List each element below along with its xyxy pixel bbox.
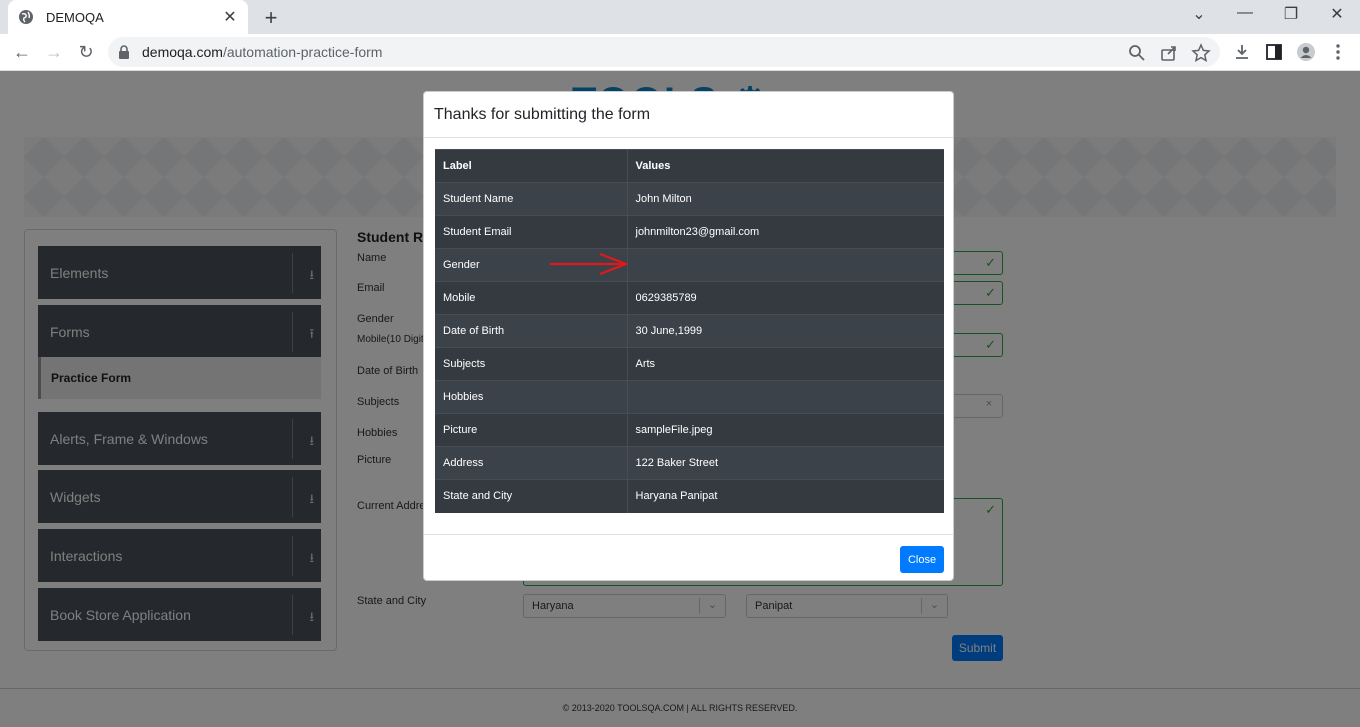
row-value: 30 June,1999 (627, 314, 944, 348)
row-value: sampleFile.jpeg (627, 413, 944, 447)
menu-kebab-icon[interactable] (1328, 42, 1348, 62)
lock-icon (119, 45, 129, 59)
modal-footer-divider (424, 534, 953, 535)
row-label: Address (435, 446, 628, 480)
table-row: Subjects Arts (435, 347, 944, 381)
minimize-icon[interactable]: — (1233, 4, 1257, 22)
table-row: Mobile 0629385789 (435, 281, 944, 315)
back-icon[interactable]: ← (10, 40, 34, 64)
table-row: Picture sampleFile.jpeg (435, 413, 944, 447)
column-header-label: Label (435, 149, 628, 183)
browser-tab-strip: DEMOQA ✕ + ⌄ — ❐ ✕ (0, 0, 1360, 34)
tab-close-icon[interactable]: ✕ (222, 7, 238, 27)
new-tab-button[interactable]: + (260, 5, 282, 31)
annotation-arrow-icon (550, 252, 628, 275)
row-label: Student Email (435, 215, 628, 249)
table-row: Student Email johnmilton23@gmail.com (435, 215, 944, 249)
window-close-icon[interactable]: ✕ (1325, 4, 1349, 24)
row-label: State and City (435, 479, 628, 513)
url-text: demoqa.com/automation-practice-form (142, 44, 383, 60)
row-value: Arts (627, 347, 944, 381)
row-value: Haryana Panipat (627, 479, 944, 513)
bookmark-star-icon[interactable] (1191, 43, 1211, 63)
table-row: Hobbies (435, 380, 944, 414)
modal-header: Thanks for submitting the form (424, 92, 953, 138)
tab-search-icon[interactable]: ⌄ (1187, 4, 1211, 24)
profile-avatar-icon[interactable] (1296, 42, 1316, 62)
download-icon[interactable] (1232, 42, 1252, 62)
modal-title: Thanks for submitting the form (434, 106, 651, 123)
tab-title: DEMOQA (46, 9, 104, 25)
table-row: Address 122 Baker Street (435, 446, 944, 480)
row-label: Picture (435, 413, 628, 447)
row-value: 0629385789 (627, 281, 944, 315)
row-label: Student Name (435, 182, 628, 216)
zoom-icon[interactable] (1127, 43, 1147, 63)
row-value: John Milton (627, 182, 944, 216)
row-value: johnmilton23@gmail.com (627, 215, 944, 249)
row-label: Hobbies (435, 380, 628, 414)
row-label: Date of Birth (435, 314, 628, 348)
row-label: Mobile (435, 281, 628, 315)
share-icon[interactable] (1159, 43, 1179, 63)
row-value: 122 Baker Street (627, 446, 944, 480)
address-bar[interactable]: demoqa.com/automation-practice-form (108, 37, 1220, 67)
submission-table: Label Values Student Name John Milton Stu… (435, 149, 944, 513)
table-row: State and City Haryana Panipat (435, 479, 944, 513)
table-row: Student Name John Milton (435, 182, 944, 216)
side-panel-icon[interactable] (1264, 42, 1284, 62)
table-header-row: Label Values (435, 149, 944, 183)
table-row: Date of Birth 30 June,1999 (435, 314, 944, 348)
column-header-values: Values (627, 149, 944, 183)
browser-tab[interactable]: DEMOQA ✕ (8, 0, 248, 34)
row-value (627, 248, 944, 282)
browser-toolbar: ← → ↻ demoqa.com/automation-practice-for… (0, 34, 1360, 71)
reload-icon[interactable]: ↻ (74, 40, 98, 64)
globe-icon (19, 10, 33, 24)
close-button[interactable]: Close (900, 546, 944, 573)
submission-modal: Thanks for submitting the form Label Val… (423, 91, 954, 581)
forward-icon[interactable]: → (42, 40, 66, 64)
restore-icon[interactable]: ❐ (1279, 4, 1303, 24)
table-row: Gender (435, 248, 944, 282)
row-label: Subjects (435, 347, 628, 381)
row-value (627, 380, 944, 414)
